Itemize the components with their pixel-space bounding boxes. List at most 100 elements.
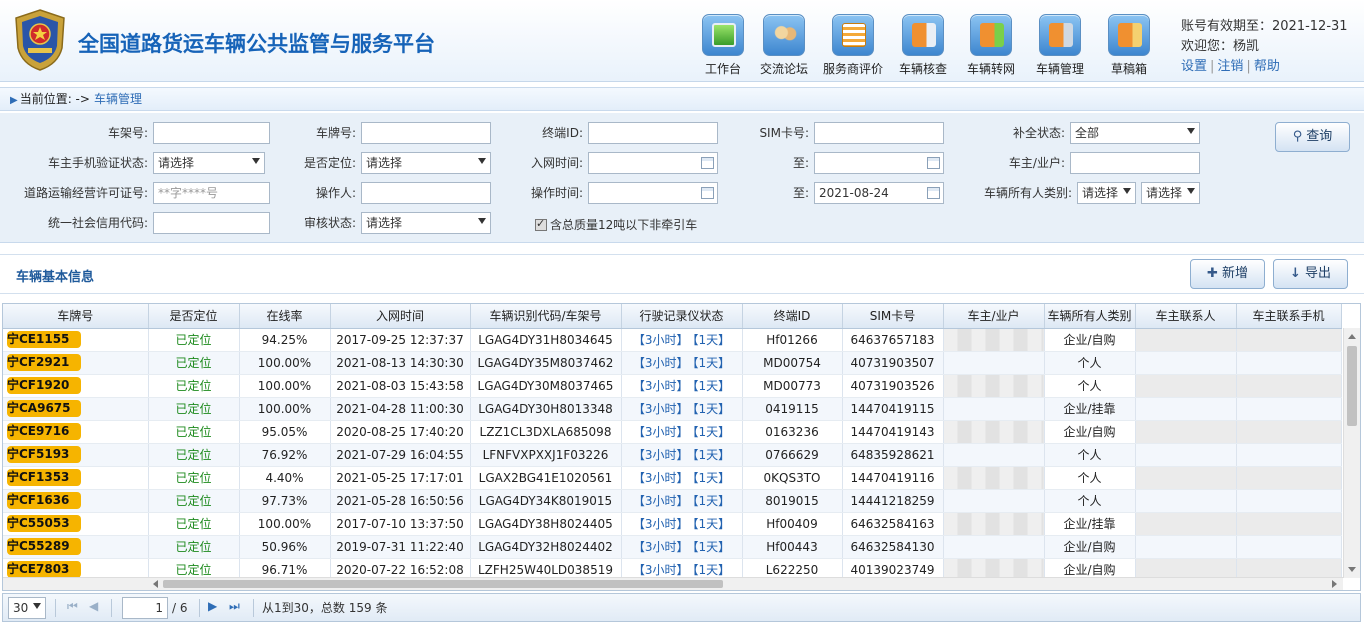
column-header[interactable]: SIM卡号 bbox=[842, 304, 944, 329]
recorder-3h-link[interactable]: 【3小时】 bbox=[633, 425, 689, 439]
recorder-1d-link[interactable]: 【1天】 bbox=[693, 448, 731, 462]
recorder-1d-link[interactable]: 【1天】 bbox=[693, 425, 731, 439]
sim-no-input[interactable] bbox=[814, 122, 944, 144]
recorder-1d-link[interactable]: 【1天】 bbox=[693, 517, 731, 531]
column-header[interactable]: 车主/业户 bbox=[943, 304, 1045, 329]
tool-workbench[interactable]: 工作台 bbox=[690, 14, 756, 77]
recorder-1d-link[interactable]: 【1天】 bbox=[693, 540, 731, 554]
credit-code-input[interactable] bbox=[153, 212, 270, 234]
column-header[interactable]: 车牌号 bbox=[3, 304, 149, 329]
column-header[interactable]: 在线率 bbox=[239, 304, 331, 329]
plate-badge[interactable]: 宁CE9716 bbox=[7, 423, 81, 440]
table-row[interactable]: 宁C55289 已定位 50.96% 2019-07-31 11:22:40 LGAG4… bbox=[3, 535, 1342, 559]
column-header[interactable]: 车主联系手机 bbox=[1236, 304, 1342, 329]
op-time-end-input[interactable]: 2021-08-24 bbox=[814, 182, 944, 204]
first-page-icon[interactable]: ⏮ bbox=[67, 599, 78, 614]
calendar-icon[interactable] bbox=[927, 157, 940, 169]
op-time-start-input[interactable] bbox=[588, 182, 718, 204]
plate-no-input[interactable] bbox=[361, 122, 491, 144]
table-row[interactable]: 宁CE1155 已定位 94.25% 2017-09-25 12:37:37 LGAG4… bbox=[3, 328, 1342, 352]
recorder-3h-link[interactable]: 【3小时】 bbox=[633, 471, 689, 485]
column-header[interactable]: 终端ID bbox=[742, 304, 843, 329]
recorder-1d-link[interactable]: 【1天】 bbox=[693, 333, 731, 347]
export-button[interactable]: ↓ 导出 bbox=[1273, 259, 1348, 289]
table-row[interactable]: 宁CF2921 已定位 100.00% 2021-08-13 14:30:30 LGAG… bbox=[3, 351, 1342, 375]
column-header[interactable]: 车辆所有人类别 bbox=[1044, 304, 1136, 329]
table-row[interactable]: 宁CF1920 已定位 100.00% 2021-08-03 15:43:58 LGAG… bbox=[3, 374, 1342, 398]
scroll-down-icon[interactable] bbox=[1348, 567, 1356, 572]
recorder-1d-link[interactable]: 【1天】 bbox=[693, 379, 731, 393]
checkbox-checked-icon[interactable] bbox=[535, 217, 547, 231]
join-time-start-input[interactable] bbox=[588, 152, 718, 174]
page-number-input[interactable]: 1 bbox=[122, 597, 168, 619]
scroll-right-icon[interactable] bbox=[1332, 580, 1337, 588]
table-row[interactable]: 宁CF5193 已定位 76.92% 2021-07-29 16:04:55 LFNFV… bbox=[3, 443, 1342, 467]
column-header[interactable]: 行驶记录仪状态 bbox=[621, 304, 743, 329]
logout-link[interactable]: 注销 bbox=[1217, 59, 1243, 74]
page-size-select[interactable]: 30 bbox=[8, 597, 46, 619]
recorder-3h-link[interactable]: 【3小时】 bbox=[633, 448, 689, 462]
tool-vehicle-check[interactable]: 车辆核查 bbox=[890, 14, 956, 77]
tool-vehicle-transfer[interactable]: 车辆转网 bbox=[958, 14, 1024, 77]
recorder-1d-link[interactable]: 【1天】 bbox=[693, 563, 731, 577]
makeup-status-select[interactable]: 全部 bbox=[1070, 122, 1200, 144]
located-select[interactable]: 请选择 bbox=[361, 152, 491, 174]
plate-badge[interactable]: 宁C55289 bbox=[7, 538, 81, 555]
table-row[interactable]: 宁CF1353 已定位 4.40% 2021-05-25 17:17:01 LGAX2B… bbox=[3, 466, 1342, 490]
plate-badge[interactable]: 宁CE1155 bbox=[7, 331, 81, 348]
weight-checkbox[interactable]: 含总质量12吨以下非牵引车 bbox=[535, 216, 697, 233]
calendar-icon[interactable] bbox=[927, 187, 940, 199]
tool-service-rating[interactable]: 服务商评价 bbox=[820, 14, 886, 77]
column-header[interactable]: 是否定位 bbox=[148, 304, 240, 329]
table-row[interactable]: 宁C55053 已定位 100.00% 2017-07-10 13:37:50 LGAG… bbox=[3, 512, 1342, 536]
scroll-left-icon[interactable] bbox=[153, 580, 158, 588]
plate-badge[interactable]: 宁CA9675 bbox=[7, 400, 81, 417]
plate-badge[interactable]: 宁C55053 bbox=[7, 515, 81, 532]
horizontal-scrollbar[interactable] bbox=[3, 577, 1343, 590]
prev-page-icon[interactable]: ◀ bbox=[89, 599, 98, 613]
table-row[interactable]: 宁CA9675 已定位 100.00% 2021-04-28 11:00:30 LGAG… bbox=[3, 397, 1342, 421]
tool-drafts[interactable]: 草稿箱 bbox=[1096, 14, 1162, 77]
recorder-3h-link[interactable]: 【3小时】 bbox=[633, 494, 689, 508]
phone-verify-select[interactable]: 请选择 bbox=[153, 152, 265, 174]
audit-status-select[interactable]: 请选择 bbox=[361, 212, 491, 234]
plate-badge[interactable]: 宁CF1353 bbox=[7, 469, 81, 486]
column-header[interactable]: 车主联系人 bbox=[1135, 304, 1237, 329]
query-button[interactable]: ⚲ 查询 bbox=[1275, 122, 1350, 152]
join-time-end-input[interactable] bbox=[814, 152, 944, 174]
owner-type-select-1[interactable]: 请选择 bbox=[1077, 182, 1136, 204]
recorder-3h-link[interactable]: 【3小时】 bbox=[633, 402, 689, 416]
column-header[interactable]: 车辆识别代码/车架号 bbox=[470, 304, 622, 329]
frame-no-input[interactable] bbox=[153, 122, 270, 144]
plate-badge[interactable]: 宁CE7803 bbox=[7, 561, 81, 578]
recorder-1d-link[interactable]: 【1天】 bbox=[693, 356, 731, 370]
scroll-up-icon[interactable] bbox=[1348, 334, 1356, 339]
table-row[interactable]: 宁CF1636 已定位 97.73% 2021-05-28 16:50:56 LGAG4… bbox=[3, 489, 1342, 513]
tool-forum[interactable]: 交流论坛 bbox=[751, 14, 817, 77]
recorder-1d-link[interactable]: 【1天】 bbox=[693, 402, 731, 416]
plate-badge[interactable]: 宁CF1920 bbox=[7, 377, 81, 394]
vertical-scrollbar[interactable] bbox=[1343, 328, 1360, 578]
recorder-3h-link[interactable]: 【3小时】 bbox=[633, 333, 689, 347]
plate-badge[interactable]: 宁CF5193 bbox=[7, 446, 81, 463]
recorder-1d-link[interactable]: 【1天】 bbox=[693, 471, 731, 485]
recorder-1d-link[interactable]: 【1天】 bbox=[693, 494, 731, 508]
breadcrumb-current[interactable]: 车辆管理 bbox=[94, 92, 142, 106]
owner-input[interactable] bbox=[1070, 152, 1200, 174]
license-no-input[interactable]: **字****号 bbox=[153, 182, 270, 204]
operator-input[interactable] bbox=[361, 182, 491, 204]
recorder-3h-link[interactable]: 【3小时】 bbox=[633, 563, 689, 577]
settings-link[interactable]: 设置 bbox=[1181, 59, 1207, 74]
recorder-3h-link[interactable]: 【3小时】 bbox=[633, 356, 689, 370]
plate-badge[interactable]: 宁CF1636 bbox=[7, 492, 81, 509]
owner-type-select-2[interactable]: 请选择 bbox=[1141, 182, 1200, 204]
next-page-icon[interactable]: ▶ bbox=[208, 599, 217, 613]
column-header[interactable]: 入网时间 bbox=[330, 304, 471, 329]
calendar-icon[interactable] bbox=[701, 157, 714, 169]
recorder-3h-link[interactable]: 【3小时】 bbox=[633, 540, 689, 554]
tool-vehicle-management[interactable]: 车辆管理 bbox=[1027, 14, 1093, 77]
recorder-3h-link[interactable]: 【3小时】 bbox=[633, 379, 689, 393]
help-link[interactable]: 帮助 bbox=[1254, 59, 1280, 74]
recorder-3h-link[interactable]: 【3小时】 bbox=[633, 517, 689, 531]
terminal-id-input[interactable] bbox=[588, 122, 718, 144]
